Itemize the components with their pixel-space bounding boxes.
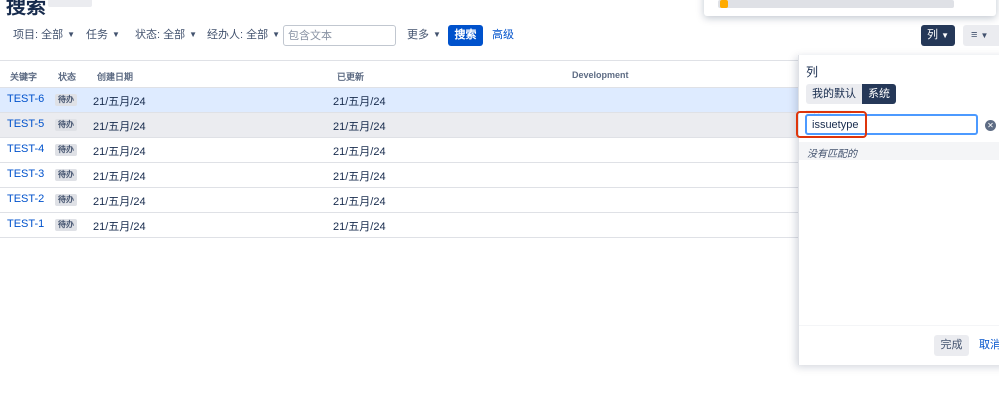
status-lozenge: 待办 (55, 169, 77, 181)
more-filter[interactable]: 更多 ▼ (407, 26, 441, 44)
tab-my-defaults[interactable]: 我的默认 (806, 84, 862, 104)
status-filter[interactable]: 状态: 全部 ▼ (135, 26, 197, 44)
column-header-status[interactable]: 状态 (58, 70, 76, 83)
column-header-created[interactable]: 创建日期 (97, 70, 133, 83)
table-row[interactable]: TEST-6 待办 21/五月/24 21/五月/24 (0, 88, 800, 113)
columns-button-label: 列 (927, 29, 938, 41)
tab-system[interactable]: 系统 (862, 84, 896, 104)
status-lozenge: 待办 (55, 144, 77, 156)
project-filter[interactable]: 项目: 全部 ▼ (13, 26, 75, 44)
table-header: 关键字 状态 创建日期 已更新 Development (0, 60, 800, 88)
created-date: 21/五月/24 (93, 171, 146, 183)
warning-icon (720, 0, 728, 8)
table-row[interactable]: TEST-1 待办 21/五月/24 21/五月/24 (0, 213, 800, 238)
cancel-button[interactable]: 取消 (979, 335, 999, 356)
table-row[interactable]: TEST-2 待办 21/五月/24 21/五月/24 (0, 188, 800, 213)
table-row[interactable]: TEST-5 待办 21/五月/24 21/五月/24 (0, 113, 800, 138)
no-match-message: 没有匹配的 (799, 142, 999, 160)
updated-date: 21/五月/24 (333, 171, 386, 183)
issue-key-link[interactable]: TEST-5 (7, 118, 44, 130)
column-header-development[interactable]: Development (572, 70, 629, 80)
project-filter-label: 项目: 全部 (13, 29, 64, 41)
chevron-down-icon: ▼ (980, 31, 989, 40)
status-lozenge: 待办 (55, 219, 77, 231)
issue-key-link[interactable]: TEST-2 (7, 193, 44, 205)
created-date: 21/五月/24 (93, 96, 146, 108)
notification-card (704, 0, 996, 16)
panel-title: 列 (806, 65, 819, 79)
column-picker-panel: 列 我的默认 筛选器 系统 没有匹配的 完成 取消 (798, 55, 999, 365)
issue-key-link[interactable]: TEST-6 (7, 93, 44, 105)
created-date: 21/五月/24 (93, 221, 146, 233)
text-search-input[interactable] (283, 25, 396, 46)
chevron-down-icon: ▼ (112, 30, 120, 39)
advanced-link[interactable]: 高级 (492, 26, 514, 44)
menu-icon: ≡ (971, 29, 978, 41)
issue-key-link[interactable]: TEST-4 (7, 143, 44, 155)
updated-date: 21/五月/24 (333, 96, 386, 108)
issue-key-link[interactable]: TEST-3 (7, 168, 44, 180)
view-menu-button[interactable]: ≡ ▼ (963, 25, 999, 46)
updated-date: 21/五月/24 (333, 221, 386, 233)
column-search-input[interactable] (805, 114, 978, 135)
table-row[interactable]: TEST-4 待办 21/五月/24 21/五月/24 (0, 138, 800, 163)
updated-date: 21/五月/24 (333, 121, 386, 133)
table-row[interactable]: TEST-3 待办 21/五月/24 21/五月/24 (0, 163, 800, 188)
chevron-down-icon: ▼ (189, 30, 198, 39)
created-date: 21/五月/24 (93, 196, 146, 208)
column-header-updated[interactable]: 已更新 (337, 70, 364, 83)
chevron-down-icon: ▼ (272, 30, 281, 39)
status-lozenge: 待办 (55, 119, 77, 131)
no-match-text: 没有匹配的 (807, 149, 857, 160)
columns-button[interactable]: 列 ▼ (921, 25, 955, 46)
assignee-filter-label: 经办人: 全部 (207, 29, 269, 41)
type-filter[interactable]: 任务 ▼ (86, 26, 120, 44)
status-filter-label: 状态: 全部 (135, 29, 186, 41)
done-button[interactable]: 完成 (934, 335, 969, 356)
updated-date: 21/五月/24 (333, 196, 386, 208)
more-filter-label: 更多 (407, 29, 429, 41)
chevron-down-icon: ▼ (67, 30, 76, 39)
column-header-key[interactable]: 关键字 (10, 70, 37, 83)
created-date: 21/五月/24 (93, 146, 146, 158)
notification-text-placeholder (718, 0, 954, 8)
status-lozenge: 待办 (55, 194, 77, 206)
column-source-tabs: 我的默认 筛选器 系统 (806, 84, 896, 130)
created-date: 21/五月/24 (93, 121, 146, 133)
divider (799, 325, 999, 326)
chevron-down-icon: ▼ (433, 30, 441, 39)
assignee-filter[interactable]: 经办人: 全部 ▼ (207, 26, 280, 44)
page-title: 搜索 (6, 0, 46, 18)
title-badge (48, 0, 92, 7)
type-filter-label: 任务 (86, 29, 108, 41)
clear-icon[interactable]: ✕ (985, 120, 996, 131)
issue-key-link[interactable]: TEST-1 (7, 218, 44, 230)
chevron-down-icon: ▼ (941, 31, 949, 40)
status-lozenge: 待办 (55, 94, 77, 106)
updated-date: 21/五月/24 (333, 146, 386, 158)
search-button[interactable]: 搜索 (448, 25, 483, 46)
